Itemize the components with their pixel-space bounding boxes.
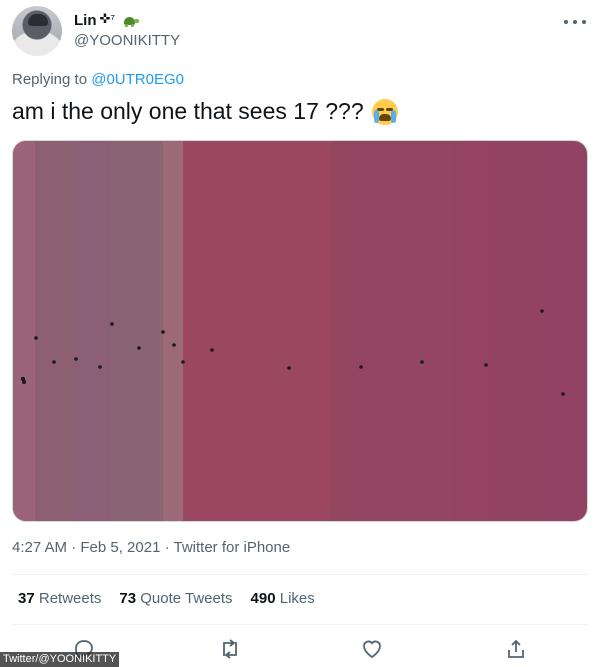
author-name-row[interactable]: Lin ✜⁷ [74,10,140,29]
replying-prefix: Replying to [12,71,88,88]
loudly-crying-face-icon [371,98,398,125]
tweet-timestamp[interactable]: 4:27 AM · Feb 5, 2021 · Twitter for iPho… [12,539,290,556]
retweet-icon[interactable] [218,637,242,661]
reply-mention-link[interactable]: @0UTR0EG0 [91,71,184,88]
avatar[interactable] [12,6,62,56]
turtle-emoji-icon [121,16,140,28]
retweets-stat[interactable]: 37 Retweets [18,590,101,607]
likes-stat[interactable]: 490 Likes [251,590,315,607]
engagement-stats: 37 Retweets 73 Quote Tweets 490 Likes [18,590,315,607]
tweet-body: am i the only one that sees 17 ??? [12,98,398,125]
like-icon[interactable] [360,637,384,661]
display-name[interactable]: Lin [74,12,97,29]
more-options-icon[interactable] [564,14,586,30]
optical-illusion-image [13,141,587,521]
share-icon[interactable] [504,637,528,661]
replying-to: Replying to @0UTR0EG0 [12,71,184,88]
tweet-text: am i the only one that sees 17 ??? [12,98,364,124]
name-suffix: ✜⁷ [99,10,116,26]
tweet-image[interactable] [12,140,588,522]
watermark: Twitter/@YOONIKITTY [0,652,120,667]
divider [12,574,588,575]
quote-tweets-stat[interactable]: 73 Quote Tweets [119,590,232,607]
divider [12,624,588,625]
author-handle[interactable]: @YOONIKITTY [74,32,180,49]
tweet-header: Lin ✜⁷ @YOONIKITTY [12,6,588,58]
